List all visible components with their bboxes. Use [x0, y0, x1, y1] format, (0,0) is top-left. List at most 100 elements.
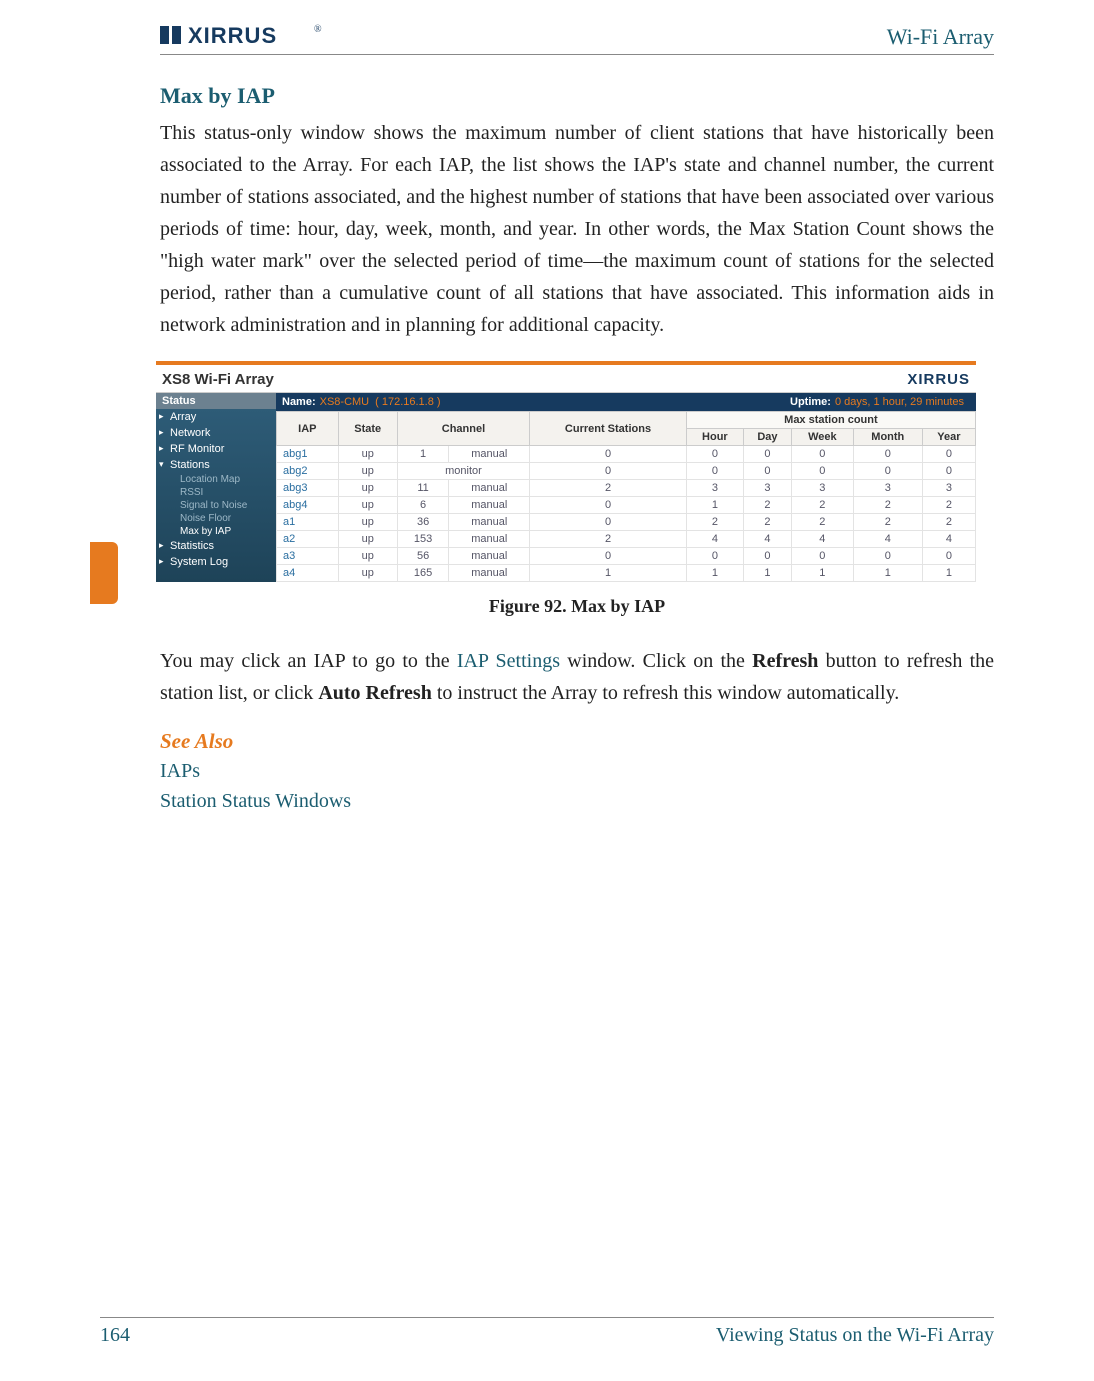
status-name-label: Name: [282, 396, 316, 408]
cell: 2 [922, 497, 975, 514]
cell: up [338, 531, 397, 548]
cell-iap[interactable]: a1 [277, 514, 339, 531]
sidebar-item-array[interactable]: Array [156, 409, 276, 425]
cell: up [338, 463, 397, 480]
cell: 11 [397, 480, 449, 497]
cell: 0 [743, 446, 791, 463]
cell: 0 [791, 446, 853, 463]
cell-iap[interactable]: a3 [277, 548, 339, 565]
col-group-max: Max station count [686, 412, 975, 429]
footer-chapter: Viewing Status on the Wi-Fi Array [716, 1324, 994, 1347]
cell: 6 [397, 497, 449, 514]
sidebar-item-stations[interactable]: Stations [156, 457, 276, 473]
page-header: XIRRUS ® Wi-Fi Array [160, 20, 994, 55]
sidebar-sub-max-by-iap[interactable]: Max by IAP [156, 525, 276, 538]
col-current: Current Stations [530, 412, 687, 446]
cell: 0 [686, 548, 743, 565]
cell: 0 [853, 548, 922, 565]
cell: 0 [686, 463, 743, 480]
cell: 1 [922, 565, 975, 582]
figure-caption: Figure 92. Max by IAP [160, 596, 994, 617]
cell: 0 [530, 548, 687, 565]
col-channel: Channel [397, 412, 529, 446]
cell: up [338, 480, 397, 497]
see-also-link-iaps[interactable]: IAPs [160, 756, 994, 786]
cell: manual [449, 514, 530, 531]
cell-iap[interactable]: a2 [277, 531, 339, 548]
cell: 1 [743, 565, 791, 582]
cell: 2 [853, 514, 922, 531]
table-row: abg1up1manual000000 [277, 446, 976, 463]
cell: 4 [686, 531, 743, 548]
cell: 2 [743, 514, 791, 531]
cell: 56 [397, 548, 449, 565]
cell: 4 [743, 531, 791, 548]
cell: 0 [530, 514, 687, 531]
sidebar-item-rf-monitor[interactable]: RF Monitor [156, 441, 276, 457]
status-uptime-value: 0 days, 1 hour, 29 minutes [835, 396, 964, 408]
cell-iap[interactable]: a4 [277, 565, 339, 582]
cell: 2 [922, 514, 975, 531]
cell: 2 [853, 497, 922, 514]
cell: 2 [530, 480, 687, 497]
sidebar-item-network[interactable]: Network [156, 425, 276, 441]
table-row: abg3up11manual233333 [277, 480, 976, 497]
cell: manual [449, 548, 530, 565]
sidebar-sub-location-map[interactable]: Location Map [156, 473, 276, 486]
cell: 3 [686, 480, 743, 497]
sidebar-sub-signal-to-noise[interactable]: Signal to Noise [156, 499, 276, 512]
table-row: abg4up6manual012222 [277, 497, 976, 514]
status-uptime-label: Uptime: [790, 396, 831, 408]
sidebar-sub-rssi[interactable]: RSSI [156, 486, 276, 499]
cell: 4 [853, 531, 922, 548]
cell: 3 [922, 480, 975, 497]
brand-logo: XIRRUS ® [160, 20, 330, 50]
cell: manual [449, 497, 530, 514]
sidebar-item-statistics[interactable]: Statistics [156, 538, 276, 554]
cell: 0 [791, 548, 853, 565]
sidebar-header: Status [156, 393, 276, 409]
ui-window-title: XS8 Wi-Fi Array [162, 371, 274, 388]
embedded-ui: XS8 Wi-Fi Array XIRRUS Status Array Netw… [156, 361, 976, 582]
cell: 4 [922, 531, 975, 548]
cell: 0 [530, 497, 687, 514]
page-number: 164 [100, 1324, 130, 1347]
col-day: Day [743, 429, 791, 446]
cell: 3 [743, 480, 791, 497]
cell: 2 [791, 514, 853, 531]
sidebar-sub-noise-floor[interactable]: Noise Floor [156, 512, 276, 525]
status-name-value: XS8-CMU [320, 396, 370, 408]
col-week: Week [791, 429, 853, 446]
table-row: a4up165manual111111 [277, 565, 976, 582]
table-row: abg2upmonitor000000 [277, 463, 976, 480]
product-name: Wi-Fi Array [887, 24, 994, 50]
cell: 0 [530, 446, 687, 463]
cell-iap[interactable]: abg2 [277, 463, 339, 480]
col-month: Month [853, 429, 922, 446]
cell: 3 [853, 480, 922, 497]
cell: 4 [791, 531, 853, 548]
cell-iap[interactable]: abg3 [277, 480, 339, 497]
cell: 0 [743, 548, 791, 565]
cell: 165 [397, 565, 449, 582]
cell: up [338, 548, 397, 565]
link-iap-settings[interactable]: IAP Settings [457, 650, 560, 672]
cell: 0 [743, 463, 791, 480]
table-row: a3up56manual000000 [277, 548, 976, 565]
cell: 2 [686, 514, 743, 531]
cell-iap[interactable]: abg4 [277, 497, 339, 514]
ui-table: IAP State Channel Current Stations Max s… [276, 411, 976, 582]
cell: up [338, 446, 397, 463]
section-paragraph-2: You may click an IAP to go to the IAP Se… [160, 645, 994, 709]
cell-iap[interactable]: abg1 [277, 446, 339, 463]
cell: 2 [530, 531, 687, 548]
see-also-link-station-status[interactable]: Station Status Windows [160, 786, 994, 816]
cell: 1 [530, 565, 687, 582]
cell: up [338, 514, 397, 531]
cell: 2 [791, 497, 853, 514]
see-also-title: See Also [160, 729, 994, 754]
cell: 3 [791, 480, 853, 497]
cell: manual [449, 531, 530, 548]
sidebar-item-system-log[interactable]: System Log [156, 554, 276, 570]
ui-titlebar: XS8 Wi-Fi Array XIRRUS [156, 365, 976, 393]
